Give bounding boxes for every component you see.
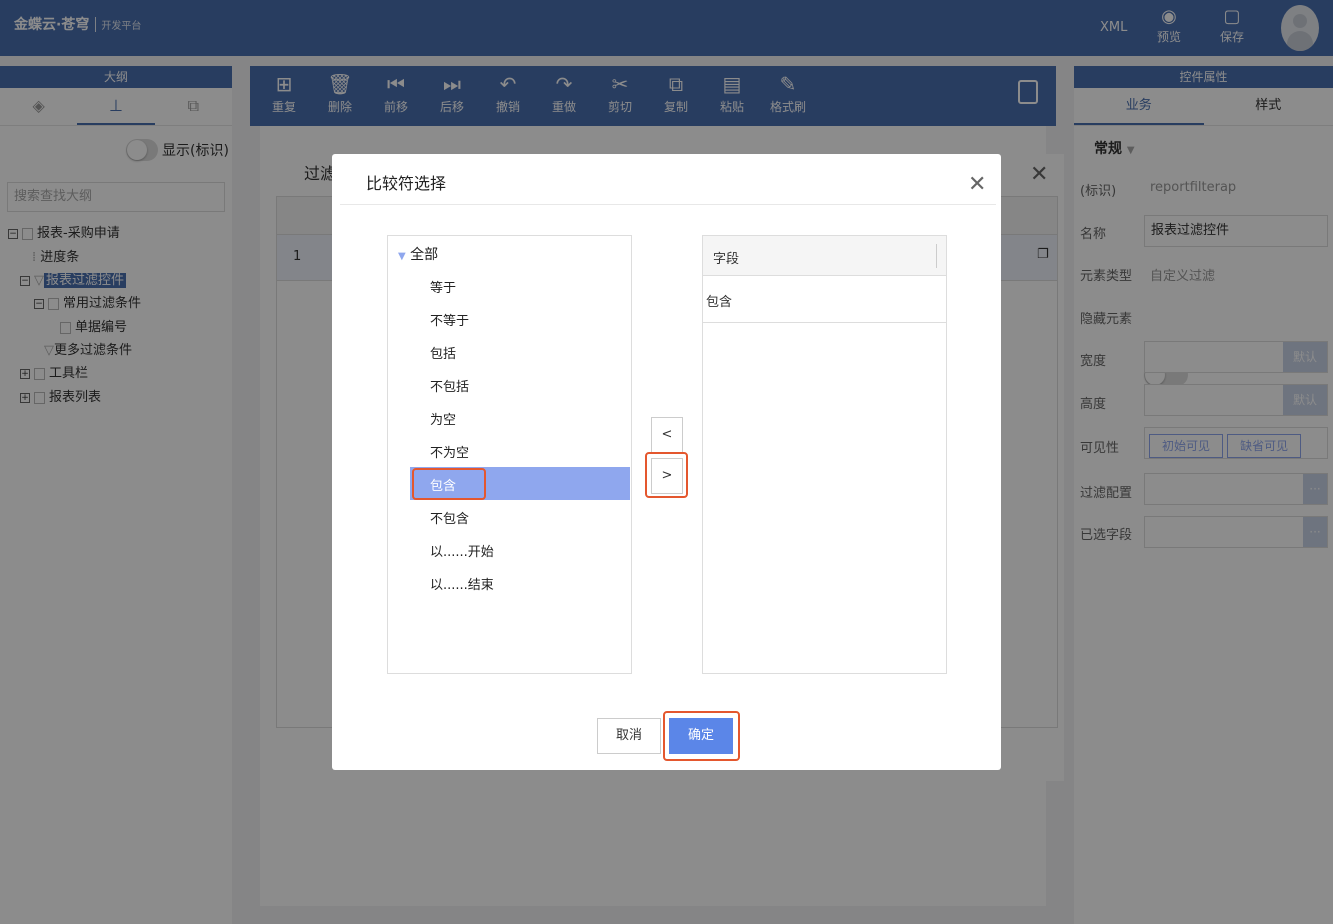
table-row[interactable]: 包含	[703, 276, 946, 323]
operator-item[interactable]: 不等于	[430, 310, 469, 329]
highlight-box	[663, 711, 740, 761]
operator-item[interactable]: 以......结束	[430, 574, 494, 593]
move-left-button[interactable]: <	[651, 417, 683, 453]
highlight-box	[645, 452, 688, 498]
close-icon[interactable]: ✕	[968, 174, 986, 196]
operator-item[interactable]: 不为空	[430, 442, 469, 461]
operator-item[interactable]: 不包含	[430, 508, 469, 527]
column-divider	[936, 244, 937, 268]
field-column-header: 字段	[713, 252, 740, 267]
tree-root-label: 全部	[410, 247, 439, 263]
operator-item[interactable]: 不包括	[430, 376, 469, 395]
highlight-box	[412, 468, 486, 500]
operator-tree: ▼ 全部 等于 不等于 包括 不包括 为空 不为空 包含 不包含 以......…	[387, 235, 632, 674]
list-header: 字段	[703, 236, 946, 276]
cancel-button[interactable]: 取消	[597, 718, 661, 754]
operator-item[interactable]: 包括	[430, 343, 456, 362]
divider	[340, 204, 996, 205]
operator-item[interactable]: 等于	[430, 277, 456, 296]
operator-item[interactable]: 为空	[430, 409, 456, 428]
tree-root-all[interactable]: ▼ 全部	[398, 244, 438, 264]
selected-operator-cell: 包含	[706, 295, 733, 310]
operator-item[interactable]: 以......开始	[430, 541, 494, 560]
operator-dialog: 比较符选择 ✕ ▼ 全部 等于 不等于 包括 不包括 为空 不为空 包含 不包含…	[332, 154, 1001, 770]
selected-operators-list: 字段 包含	[702, 235, 947, 674]
caret-down-icon: ▼	[398, 251, 406, 262]
dialog-title: 比较符选择	[366, 174, 447, 193]
